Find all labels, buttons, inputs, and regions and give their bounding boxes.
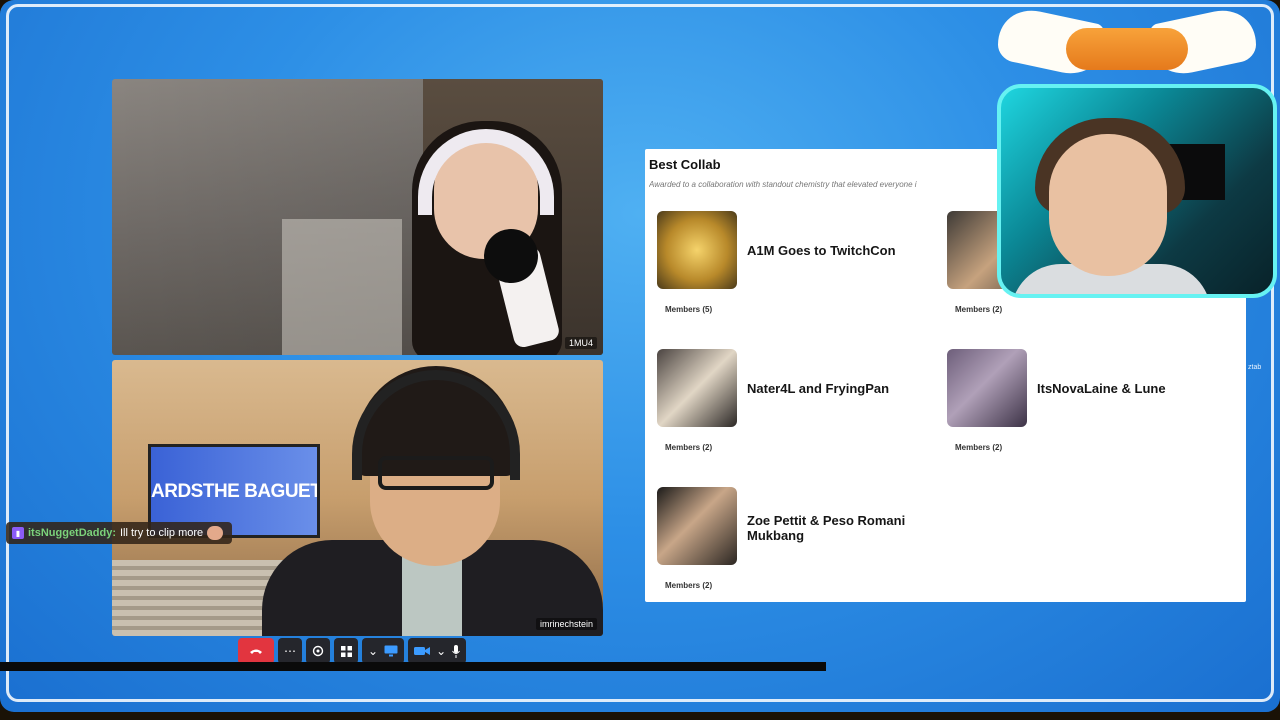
tv-banner-text: ARDSTHE BAGUETTE AV <box>151 481 317 502</box>
more-options-button[interactable]: ⋯ <box>278 638 302 664</box>
phone-hangup-icon <box>250 649 262 654</box>
stream-progress-bar <box>0 662 826 671</box>
emote-icon <box>207 526 224 540</box>
nominee-members: Members (2) <box>955 305 1003 314</box>
video-tile-top[interactable]: 1MU4 <box>112 79 603 355</box>
call-controls: ⋯ ⌄ ⌄ <box>238 637 490 665</box>
effects-icon <box>312 645 324 657</box>
background-chair <box>282 219 402 355</box>
nominee-name: Zoe Pettit & Peso Romani Mukbang <box>747 513 906 543</box>
grid-view-button[interactable] <box>334 638 358 664</box>
award-description: Awarded to a collaboration with standout… <box>649 180 917 189</box>
nominee-card[interactable]: ItsNovaLaine & Lune Members (2) <box>943 347 1233 485</box>
streamer-webcam <box>997 84 1277 298</box>
stream-stage: 1MU4 ARDSTHE BAGUETTE AV imrinechstein ▮… <box>0 0 1280 712</box>
streamer-face <box>1049 134 1167 276</box>
camera-icon[interactable] <box>414 646 431 656</box>
nominee-members: Members (2) <box>665 443 713 452</box>
chat-text: Ill try to clip more <box>120 527 204 539</box>
twitch-icon: ▮ <box>12 527 24 539</box>
grid-icon <box>340 645 352 657</box>
nominee-members: Members (5) <box>665 305 713 314</box>
microphone-icon[interactable] <box>452 644 461 658</box>
nominee-card[interactable]: Zoe Pettit & Peso Romani Mukbang Members… <box>653 485 943 623</box>
video-tile-bottom[interactable]: ARDSTHE BAGUETTE AV imrinechstein <box>112 360 603 636</box>
effects-button[interactable] <box>306 638 330 664</box>
bread-icon <box>1066 28 1188 70</box>
chevron-down-icon[interactable]: ⌄ <box>436 644 446 658</box>
nominee-name: Nater4L and FryingPan <box>747 381 890 396</box>
nominee-thumbnail <box>947 349 1027 427</box>
video-name-tag: imrinechstein <box>535 618 597 630</box>
nominee-members: Members (2) <box>665 581 713 590</box>
chat-message: ▮ itsNuggetDaddy: Ill try to clip more <box>6 522 232 544</box>
winged-bread-logo <box>998 2 1256 82</box>
nominee-card[interactable]: Nater4L and FryingPan Members (2) <box>653 347 943 485</box>
nominee-name: A1M Goes to TwitchCon <box>747 243 896 258</box>
chevron-down-icon[interactable]: ⌄ <box>368 644 378 658</box>
nominee-thumbnail <box>657 211 737 289</box>
glasses <box>378 456 494 490</box>
chat-username[interactable]: itsNuggetDaddy: <box>28 527 116 539</box>
nominee-members: Members (2) <box>955 443 1003 452</box>
microphone <box>484 229 538 283</box>
hangup-button[interactable] <box>238 638 274 664</box>
screenshare-icon <box>384 645 398 657</box>
nominee-card[interactable]: A1M Goes to TwitchCon Members (5) <box>653 209 943 347</box>
side-label: ztab <box>1248 364 1262 371</box>
nominee-name: ItsNovaLaine & Lune <box>1037 381 1166 396</box>
video-name-tag: 1MU4 <box>564 337 597 349</box>
nominee-thumbnail <box>657 487 737 565</box>
screenshare-button[interactable]: ⌄ <box>362 638 405 664</box>
camera-mic-group: ⌄ <box>408 638 467 664</box>
nominee-thumbnail <box>657 349 737 427</box>
